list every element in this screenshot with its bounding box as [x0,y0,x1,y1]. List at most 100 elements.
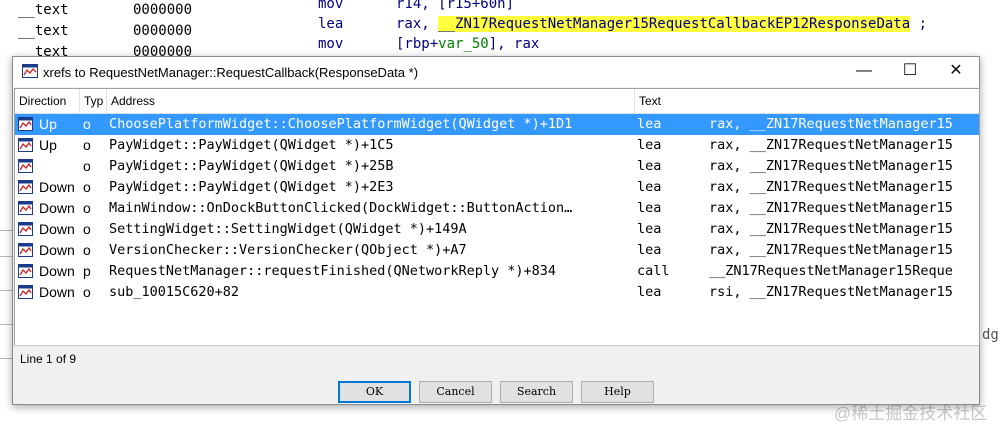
xref-row[interactable]: o PayWidget::PayWidget(QWidget *)+25B lea r… [15,156,979,177]
maximize-button[interactable]: ☐ [887,57,933,87]
segment-address: 0000000 [133,2,193,18]
asm-mnemonic: mov [318,0,344,12]
segment-name: __text [18,2,69,18]
segment-address: 0000000 [133,23,193,39]
list-header: Direction Typ Address Text [15,89,979,114]
xref-type: p [83,263,91,279]
asm-comment-marker: ; [910,16,928,32]
xref-icon [18,222,33,236]
xref-operands: rax, __ZN17RequestNetManager15 [709,179,953,195]
xref-row[interactable]: Down o MainWindow::OnDockButtonClicked(Doc… [15,198,979,219]
column-header-direction[interactable]: Direction [15,89,80,113]
asm-stack-var[interactable]: var_50 [438,36,489,52]
xref-direction: Down [39,284,75,300]
asm-operands: r14, [r15+60h] [396,0,515,12]
asm-operand-register: rax, [396,16,439,32]
xref-row[interactable]: Down o sub_10015C620+82 lea rsi, __ZN17Reque… [15,282,979,303]
xref-address: RequestNetManager::requestFinished(QNetw… [109,263,557,279]
xref-mnemonic: lea [637,221,662,237]
xref-icon [18,243,33,257]
help-button[interactable]: Help [581,381,654,403]
xref-address: PayWidget::PayWidget(QWidget *)+25B [109,158,394,174]
xref-operands: rax, __ZN17RequestNetManager15 [709,137,953,153]
xrefs-dialog: xrefs to RequestNetManager::RequestCallb… [12,56,980,405]
xref-mnemonic: lea [637,137,662,153]
cancel-button[interactable]: Cancel [419,381,492,403]
xref-direction: Down [39,263,75,279]
dialog-titlebar[interactable]: xrefs to RequestNetManager::RequestCallb… [13,57,979,87]
xref-icon [18,201,33,215]
xref-row[interactable]: Down p RequestNetManager::requestFinished(… [15,261,979,282]
xref-address: ChoosePlatformWidget::ChoosePlatformWidg… [109,116,573,132]
xref-direction: Down [39,242,75,258]
xref-direction: Down [39,200,75,216]
asm-mnemonic: mov [318,36,344,52]
asm-operands: rax, __ZN17RequestNetManager15RequestCal… [396,16,927,32]
xref-mnemonic: lea [637,284,662,300]
xref-address: VersionChecker::VersionChecker(QObject *… [109,242,467,258]
xref-mnemonic: lea [637,158,662,174]
xref-operands: rax, __ZN17RequestNetManager15 [709,221,953,237]
xref-mnemonic: lea [637,242,662,258]
names-row[interactable]: __text 0000000 [0,0,208,21]
search-button[interactable]: Search [500,381,573,403]
xref-row[interactable]: Down o PayWidget::PayWidget(QWidget *)+2E3… [15,177,979,198]
xref-mnemonic: call [637,263,670,279]
xref-type: o [83,158,91,174]
xref-address: SettingWidget::SettingWidget(QWidget *)+… [109,221,467,237]
xref-operands: rsi, __ZN17RequestNetManager15 [709,284,953,300]
xref-row[interactable]: Down o VersionChecker::VersionChecker(QObj… [15,240,979,261]
xref-direction: Up [39,116,57,132]
asm-operand-suffix: ], rax [488,36,540,52]
ok-button[interactable]: OK [338,381,411,403]
xref-address: sub_10015C620+82 [109,284,240,300]
xref-mnemonic: lea [637,116,662,132]
xrefs-list[interactable]: Direction Typ Address Text Up o ChoosePlat… [14,88,980,346]
xref-mnemonic: lea [637,179,662,195]
edge-text-fragment: dg [982,327,998,343]
minimize-button[interactable]: — [841,57,887,87]
xref-address: PayWidget::PayWidget(QWidget *)+2E3 [109,179,394,195]
xref-type: o [83,284,91,300]
dialog-title: xrefs to RequestNetManager::RequestCallb… [43,65,419,80]
xref-type: o [83,221,91,237]
xref-type: o [83,179,91,195]
xref-operands: rax, __ZN17RequestNetManager15 [709,242,953,258]
names-row[interactable]: __text 0000000 [0,21,208,42]
xrefs-window-icon [22,64,38,78]
xref-row[interactable]: Up o PayWidget::PayWidget(QWidget *)+1C5 le… [15,135,979,156]
close-button[interactable]: ✕ [933,57,979,87]
xref-type: o [83,137,91,153]
xref-operands: rax, __ZN17RequestNetManager15 [709,116,953,132]
column-header-address[interactable]: Address [107,89,635,113]
asm-mnemonic: lea [318,16,344,32]
xref-icon [18,264,33,278]
xref-type: o [83,116,91,132]
segment-name: __text [18,23,69,39]
xref-direction: Down [39,221,75,237]
xref-direction: Down [39,179,75,195]
line-counter: Line 1 of 9 [20,352,77,366]
xref-row[interactable]: Down o SettingWidget::SettingWidget(QWidge… [15,219,979,240]
xref-address: MainWindow::OnDockButtonClicked(DockWidg… [109,200,573,216]
xref-operands: __ZN17RequestNetManager15Reque [709,263,953,279]
xref-icon [18,180,33,194]
asm-operands: [rbp+var_50], rax [396,36,539,52]
xref-row[interactable]: Up o ChoosePlatformWidget::ChoosePlatformW… [15,114,979,135]
xref-type: o [83,200,91,216]
xref-icon [18,285,33,299]
asm-operand-prefix: [rbp+ [396,36,439,52]
status-bar: Line 1 of 9 [14,345,978,373]
xref-icon [18,117,33,131]
xref-icon [18,138,33,152]
column-header-type[interactable]: Typ [80,89,107,113]
xref-address: PayWidget::PayWidget(QWidget *)+1C5 [109,137,394,153]
xref-type: o [83,242,91,258]
xref-direction: Up [39,137,57,153]
column-header-text[interactable]: Text [635,89,979,113]
xref-operands: rax, __ZN17RequestNetManager15 [709,200,953,216]
xref-operands: rax, __ZN17RequestNetManager15 [709,158,953,174]
asm-symbol-highlighted[interactable]: __ZN17RequestNetManager15RequestCallback… [438,16,911,32]
xref-mnemonic: lea [637,200,662,216]
xref-icon [18,159,33,173]
